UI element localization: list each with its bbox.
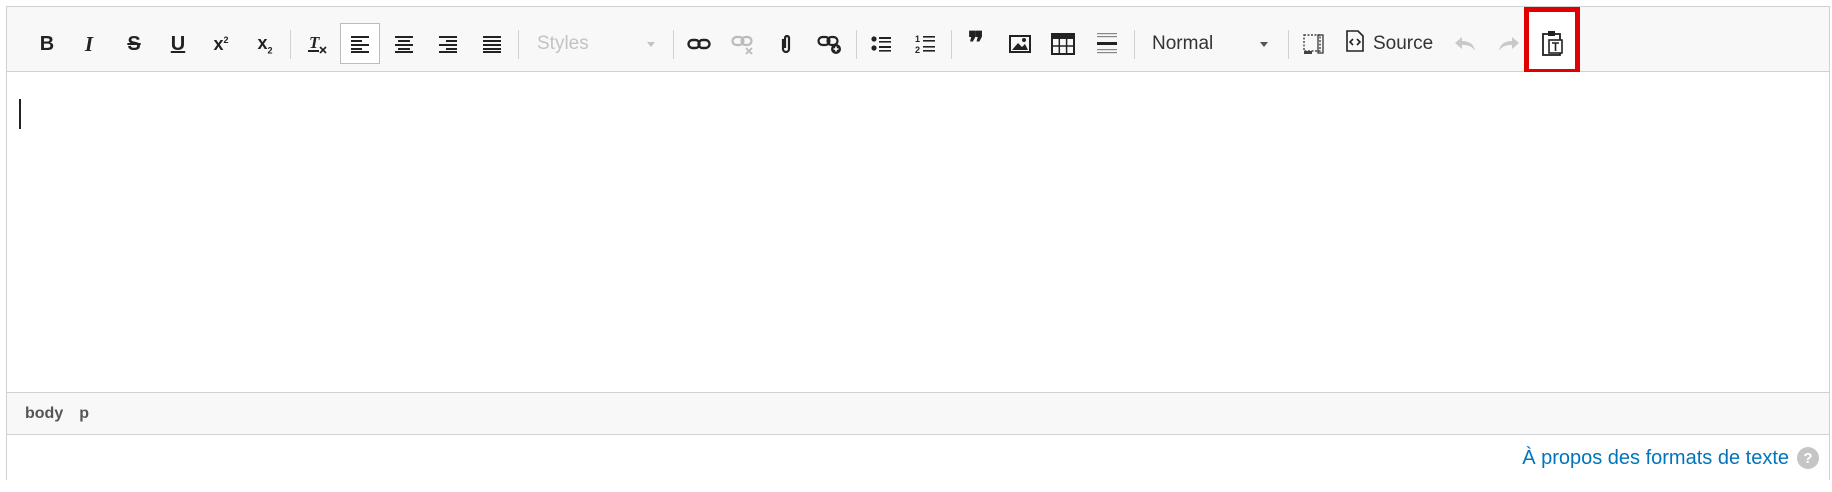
help-icon[interactable]: ? [1797, 447, 1819, 469]
attachment-icon [779, 33, 793, 55]
editor-content-area[interactable] [7, 72, 1829, 392]
numbered-list-button[interactable]: 12 [906, 24, 946, 64]
redo-button[interactable] [1489, 24, 1529, 64]
italic-button[interactable]: I [69, 24, 109, 64]
path-item-p[interactable]: p [79, 405, 89, 423]
source-label: Source [1373, 33, 1434, 54]
maximize-icon [1302, 32, 1326, 56]
editor-footer: À propos des formats de texte ? [7, 435, 1829, 481]
toolbar-separator [518, 30, 519, 59]
undo-icon [1453, 35, 1477, 53]
align-right-icon [438, 34, 458, 54]
unlink-button[interactable] [723, 24, 763, 64]
chevron-down-icon [647, 41, 655, 47]
source-button[interactable]: Source [1345, 24, 1433, 64]
unlink-icon [731, 33, 755, 55]
svg-text:T: T [309, 33, 320, 52]
format-dropdown[interactable]: Normal [1142, 24, 1282, 64]
bold-button[interactable]: B [27, 24, 67, 64]
align-left-icon [350, 34, 370, 54]
bulleted-list-button[interactable] [862, 24, 902, 64]
toolbar-separator [951, 30, 952, 59]
image-icon [1009, 34, 1031, 54]
editor-toolbar: B I S U x2 x2 T Styles 1 2 ❞ Normal Sour… [7, 7, 1829, 74]
underline-button[interactable]: U [158, 24, 198, 64]
superscript-button[interactable]: x2 [201, 24, 241, 64]
justify-button[interactable] [472, 24, 512, 64]
maximize-button[interactable] [1294, 24, 1334, 64]
element-path-bar: body p [7, 392, 1829, 435]
image-button[interactable] [1000, 24, 1040, 64]
underline-icon: U [170, 32, 186, 55]
rich-text-editor: B I S U x2 x2 T Styles 1 2 ❞ Normal Sour… [6, 6, 1830, 481]
link-icon [687, 35, 711, 53]
source-icon [1345, 30, 1365, 58]
redo-icon [1497, 35, 1521, 53]
styles-dropdown[interactable]: Styles [527, 24, 669, 64]
subscript-icon: x2 [257, 32, 273, 56]
bold-icon: B [39, 32, 55, 55]
format-dropdown-value: Normal [1152, 33, 1214, 54]
undo-button[interactable] [1445, 24, 1485, 64]
styles-dropdown-label: Styles [537, 33, 589, 54]
toolbar-separator [856, 30, 857, 59]
text-formats-link[interactable]: À propos des formats de texte [1522, 447, 1789, 470]
svg-text:1: 1 [915, 34, 920, 44]
toolbar-separator [1288, 30, 1289, 59]
toolbar-separator [290, 30, 291, 59]
text-caret [19, 99, 21, 129]
horizontal-rule-button[interactable] [1087, 24, 1127, 64]
attachment-button[interactable] [766, 24, 806, 64]
link-plus-icon [817, 33, 843, 55]
toolbar-separator [1134, 30, 1135, 59]
bulleted-list-icon [871, 34, 893, 54]
remove-format-icon: T [305, 32, 329, 56]
chevron-down-icon [1260, 41, 1268, 47]
table-button[interactable] [1043, 24, 1083, 64]
horizontal-rule-icon [1096, 32, 1118, 56]
blockquote-button[interactable]: ❞ [956, 24, 996, 64]
paste-text-button[interactable] [1524, 7, 1580, 74]
align-left-button[interactable] [340, 23, 380, 64]
strikethrough-button[interactable]: S [114, 24, 154, 64]
align-right-button[interactable] [428, 24, 468, 64]
toolbar-separator [673, 30, 674, 59]
align-center-button[interactable] [384, 24, 424, 64]
strikethrough-icon: S [127, 32, 141, 55]
paste-text-icon [1540, 29, 1566, 62]
link-button[interactable] [679, 24, 719, 64]
table-icon [1051, 33, 1075, 55]
align-center-icon [394, 34, 414, 54]
path-item-body[interactable]: body [25, 405, 63, 423]
svg-text:2: 2 [915, 45, 920, 55]
blockquote-icon: ❞ [967, 27, 985, 60]
subscript-button[interactable]: x2 [245, 24, 285, 64]
justify-icon [482, 34, 502, 54]
remove-format-button[interactable]: T [297, 24, 337, 64]
link-plus-button[interactable] [810, 24, 850, 64]
numbered-list-icon: 12 [915, 33, 937, 55]
italic-icon: I [84, 31, 94, 56]
superscript-icon: x2 [213, 33, 229, 54]
